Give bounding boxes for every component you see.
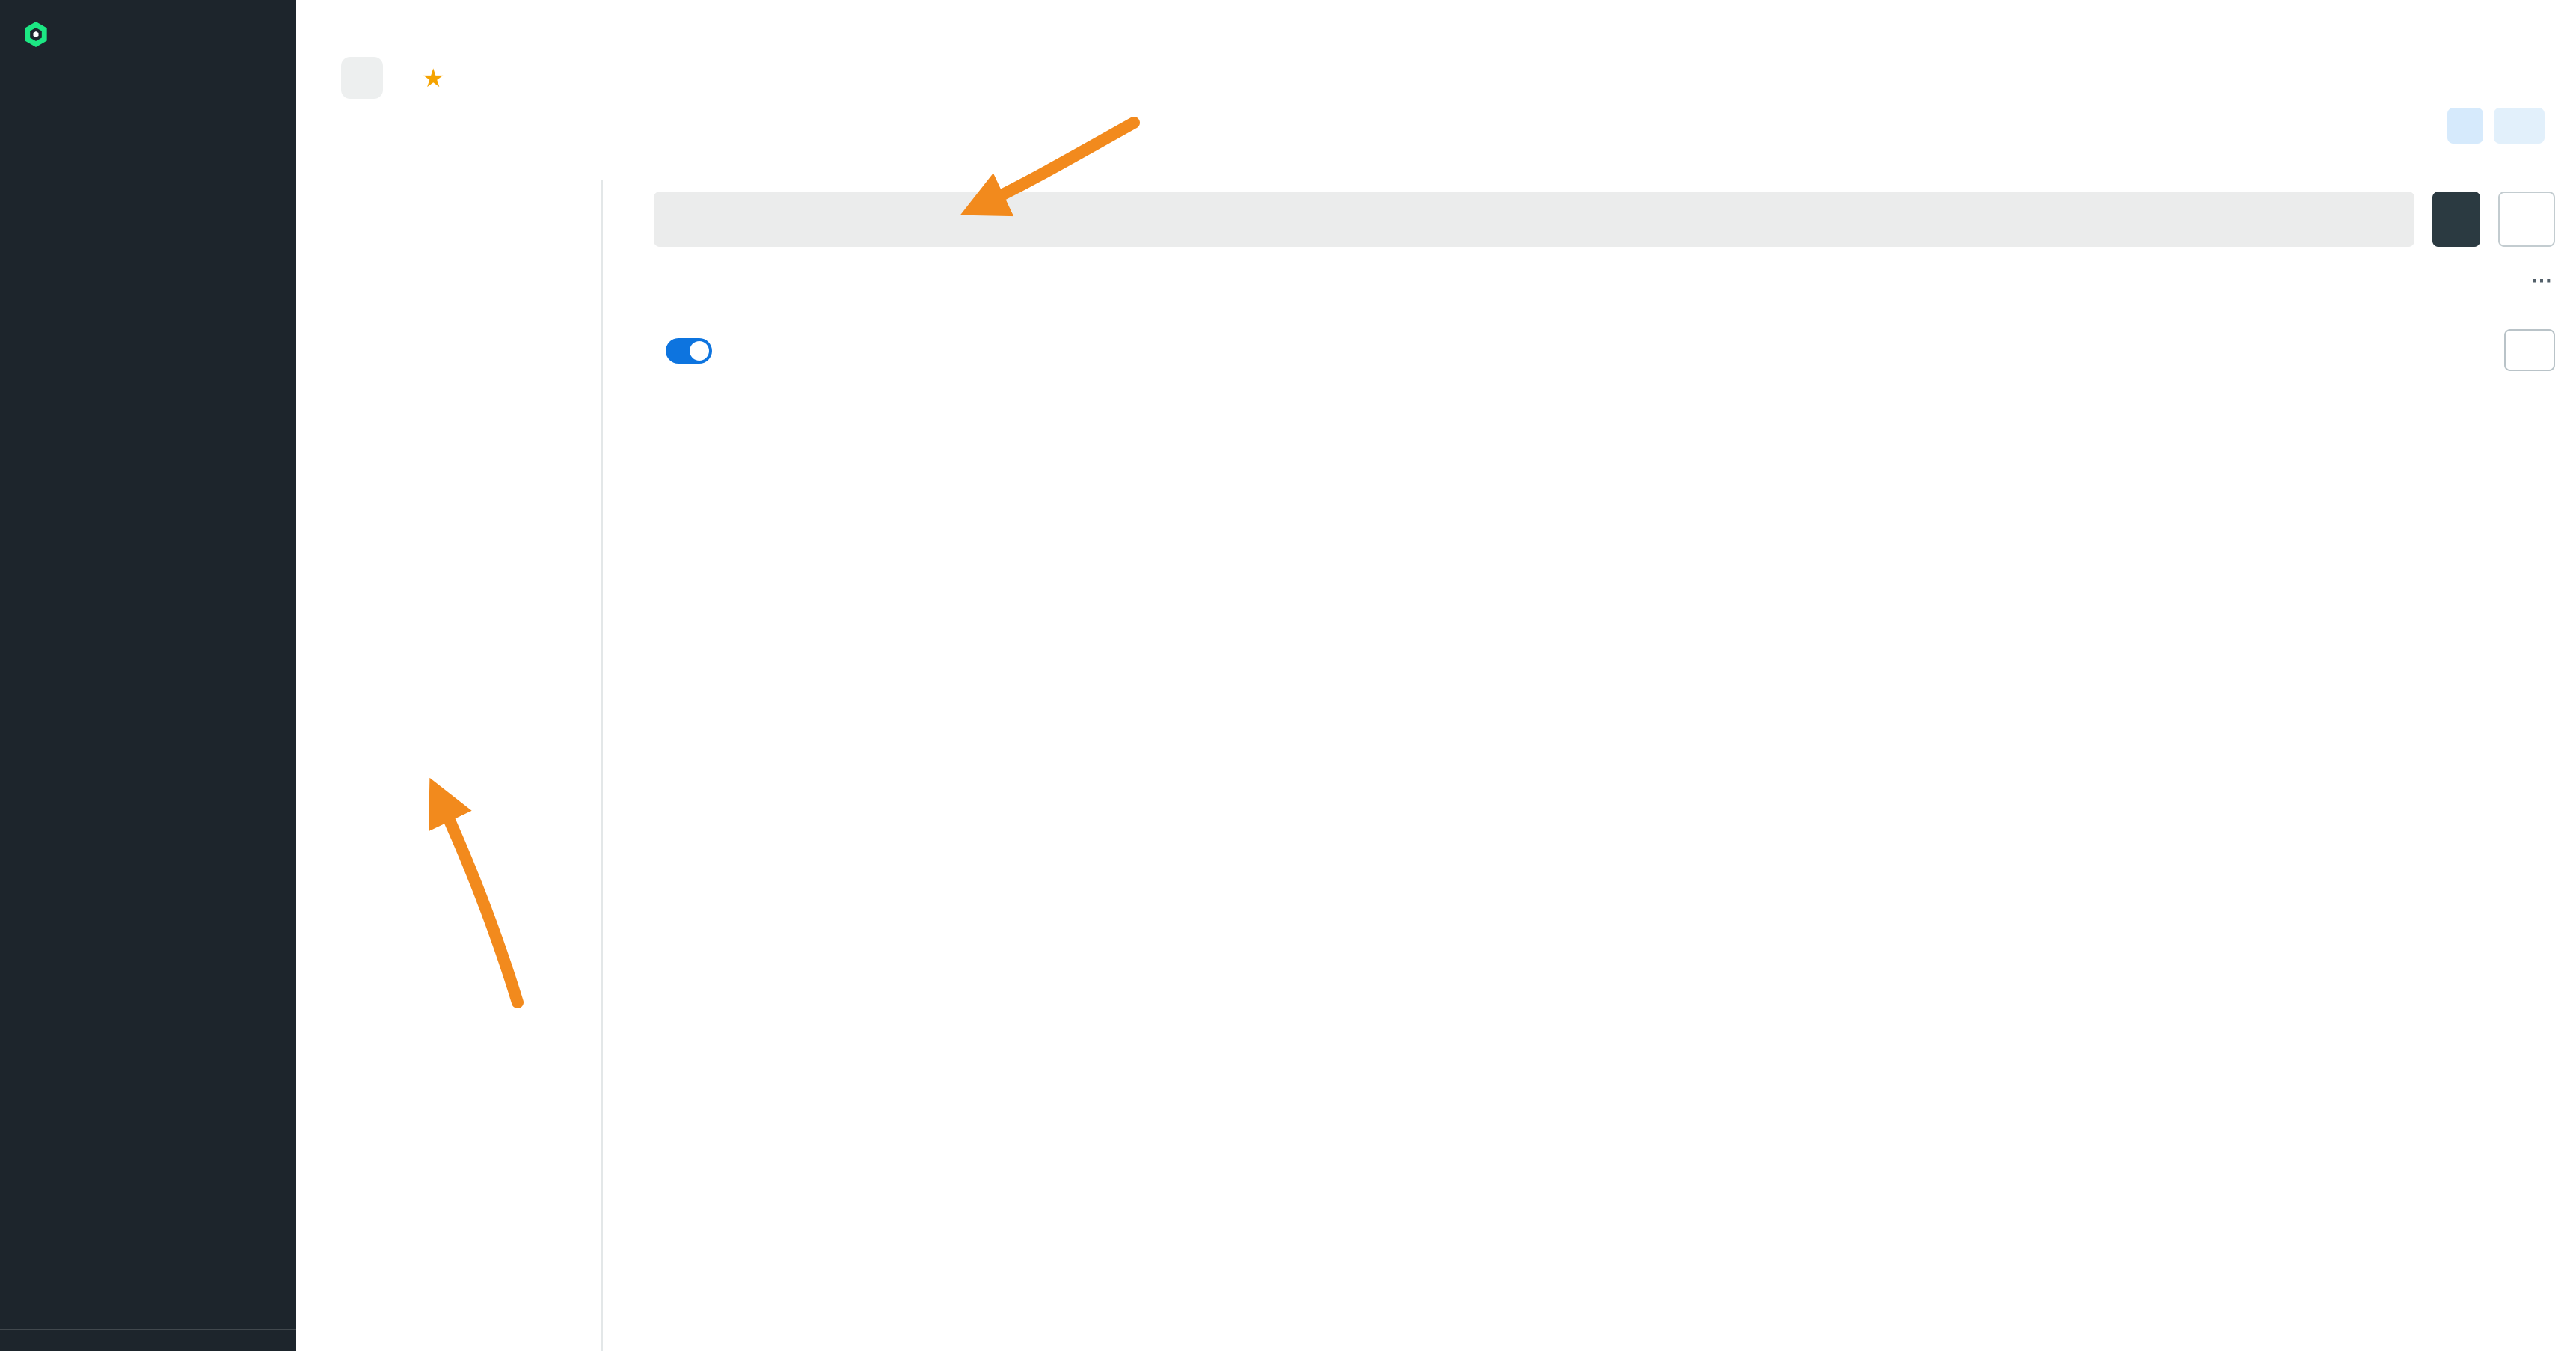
time-range-button[interactable] [2494,108,2545,144]
new-relic-mark-icon [21,19,51,49]
help-circle-button[interactable] [2468,21,2507,60]
left-sidebar [0,0,296,1351]
entity-avatar [341,57,383,99]
logs-header: ⋯ [654,268,2555,293]
expand-logs-control[interactable] [654,337,712,363]
open-in-logs-button[interactable] [2504,329,2555,371]
more-options-button[interactable]: ⋯ [2531,268,2555,293]
query-row [654,192,2555,247]
breadcrumb [353,19,371,40]
nrql-button[interactable] [2498,192,2555,247]
logs-toolbar [654,329,2555,371]
favorite-star-icon[interactable]: ★ [422,65,445,91]
entity-header: ★ [341,57,484,99]
copy-link-button[interactable] [2518,21,2557,60]
sidebar-footer [0,1329,296,1351]
logs-main: ⋯ [603,180,2576,1351]
query-logs-button[interactable] [2432,192,2480,247]
time-picker [2447,108,2555,144]
time-back-button[interactable] [2447,108,2483,144]
topbar: ★ [296,0,2576,180]
expand-logs-toggle[interactable] [666,337,712,363]
new-relic-logo[interactable] [0,0,296,57]
logs-query-input[interactable] [654,192,2414,247]
toggle-knob [690,340,709,360]
page: ★ [0,0,2576,1351]
entity-subnav [296,180,603,1351]
